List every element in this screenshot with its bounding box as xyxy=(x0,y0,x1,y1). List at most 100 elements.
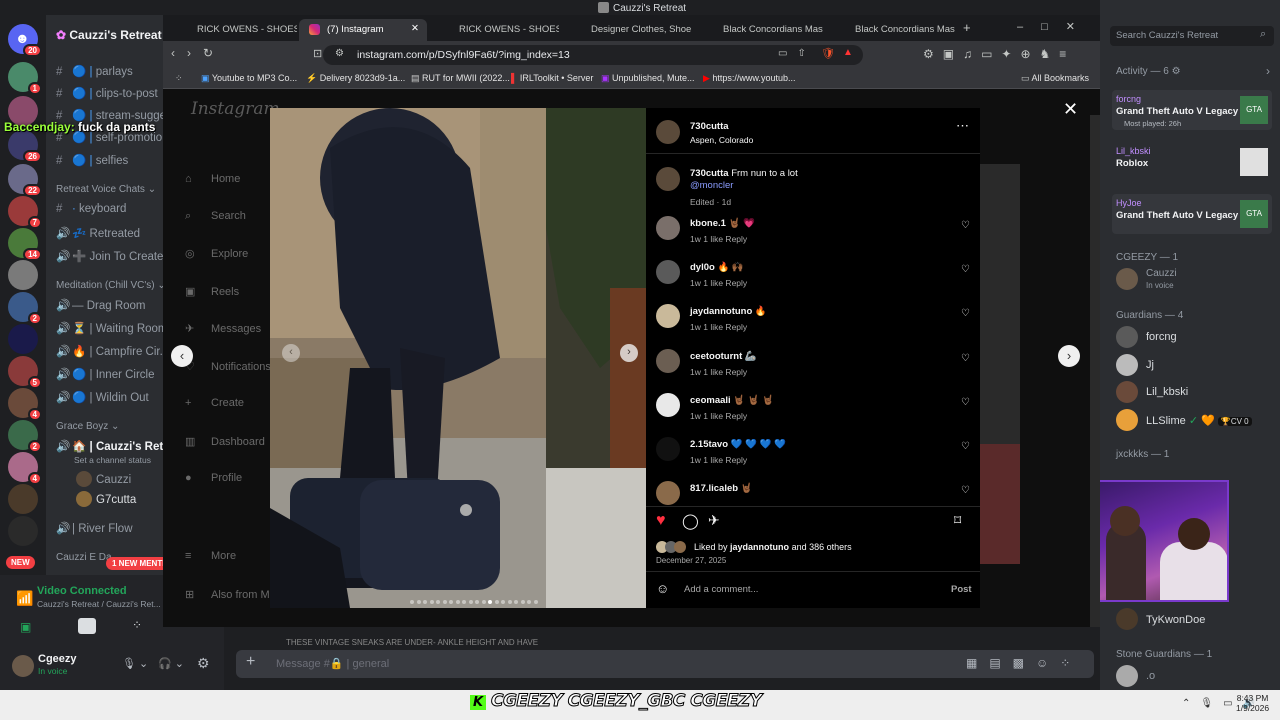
server-icon[interactable]: 4 xyxy=(8,452,42,485)
bookmark-item[interactable]: ▣ Unpublished, Mute... xyxy=(601,73,695,84)
member-name[interactable]: LLSlime ✓ 🧡 🏆CV 0 xyxy=(1146,414,1252,427)
instagram-logo[interactable]: Instagram xyxy=(191,99,280,119)
server-icon[interactable]: 7 xyxy=(8,196,42,229)
member-name[interactable]: Lil_kbski xyxy=(1146,386,1188,398)
heart-icon[interactable]: ♡ xyxy=(961,220,970,231)
heart-icon[interactable]: ♡ xyxy=(961,441,970,452)
avatar[interactable] xyxy=(656,304,680,329)
server-icon[interactable] xyxy=(8,324,38,354)
post-image[interactable]: ‹ › xyxy=(270,108,646,608)
server-icon[interactable]: 4 xyxy=(8,388,42,421)
bookmark-item[interactable]: ⚡ Delivery 8023d9-1a... xyxy=(306,73,405,84)
member-name[interactable]: forcng xyxy=(1146,331,1177,343)
browser-tab[interactable]: Designer Clothes, Shoes & | xyxy=(563,19,691,41)
comment-meta[interactable]: 1w 1 like Reply xyxy=(690,367,747,377)
bookmark-item[interactable]: ▌ IRLToolkit • Server xyxy=(511,73,593,83)
comment-input[interactable]: Add a comment... xyxy=(684,584,758,595)
voice-member[interactable]: G7cutta xyxy=(76,491,136,507)
voice-channel[interactable]: 🔊 — Drag Room xyxy=(56,298,146,312)
comment-icon[interactable]: ◯ xyxy=(682,512,699,530)
voice-channel[interactable]: 🔊 ➕ Join To Create xyxy=(56,249,163,263)
window-controls[interactable]: –□✕ xyxy=(1017,20,1093,33)
nav-more[interactable]: ≡ More xyxy=(185,550,236,562)
member-name[interactable]: TyKwonDoe xyxy=(1146,614,1205,626)
channel-item[interactable]: # 🔵 | parlays xyxy=(56,64,133,78)
next-post-button[interactable]: › xyxy=(1058,345,1080,367)
avatar[interactable] xyxy=(12,655,34,677)
category-header[interactable]: Grace Boyz ⌄ xyxy=(56,421,119,432)
activity-card[interactable]: HyJoe Grand Theft Auto V Legacy GTA xyxy=(1112,194,1272,234)
comment-meta[interactable]: 1w 1 like Reply xyxy=(690,234,747,244)
new-badge[interactable]: NEW xyxy=(6,556,35,569)
url-input[interactable]: ⚙ instagram.com/p/DSyfnl9Fa6t/?img_index… xyxy=(323,45,863,65)
server-icon[interactable]: 22 xyxy=(8,164,42,197)
bookmark-item[interactable]: ▶ https://www.youtub... xyxy=(703,73,795,84)
voice-channel[interactable]: 🔊 | River Flow xyxy=(56,521,133,535)
liked-by[interactable]: Liked by jaydannotuno and 386 others xyxy=(694,542,852,552)
nav-explore[interactable]: ◎ Explore xyxy=(185,247,248,260)
nav-create[interactable]: + Create xyxy=(185,397,244,409)
nav-reels[interactable]: ▣ Reels xyxy=(185,285,239,298)
headphones-icon[interactable]: 🎧 ⌄ xyxy=(158,657,184,670)
post-username[interactable]: 730cutta xyxy=(690,121,729,132)
category-header[interactable]: Retreat Voice Chats ⌄ xyxy=(56,184,156,195)
voice-channel[interactable]: 🔊 ⏳ | Waiting Room xyxy=(56,321,168,335)
avatar[interactable] xyxy=(656,216,680,240)
avatar[interactable] xyxy=(1116,354,1138,376)
share-icon[interactable]: ✈ xyxy=(708,512,720,529)
avatar[interactable] xyxy=(1116,608,1138,630)
chevron-right-icon[interactable]: › xyxy=(1266,64,1270,78)
nav-notifications[interactable]: ♡ Notifications xyxy=(185,360,271,373)
member-name[interactable]: .o xyxy=(1146,670,1155,682)
avatar[interactable] xyxy=(1116,665,1138,687)
emoji-icon[interactable]: ☺ xyxy=(656,581,669,596)
channel-item[interactable]: # 🔵 | clips-to-post xyxy=(56,86,158,100)
server-icon[interactable]: 1 xyxy=(8,62,42,95)
avatar[interactable] xyxy=(656,260,680,285)
heart-icon[interactable]: ♡ xyxy=(961,308,970,319)
gear-icon[interactable]: ⚙ xyxy=(197,655,210,672)
plus-icon[interactable]: + xyxy=(246,653,255,671)
nav-profile[interactable]: ● Profile xyxy=(185,472,242,484)
browser-tab[interactable]: RICK OWENS - SHOES - Ric xyxy=(431,19,559,41)
new-tab-button[interactable]: + xyxy=(963,20,971,35)
channel-item[interactable]: # 🔵 | selfies xyxy=(56,153,128,167)
comment-meta[interactable]: 1w 1 like Reply xyxy=(690,411,747,421)
comment-meta[interactable]: 1w 1 like Reply xyxy=(690,278,747,288)
server-icon[interactable]: 14 xyxy=(8,228,42,261)
voice-channel[interactable]: 🔊 🔵 | Inner Circle xyxy=(56,367,155,381)
like-heart-icon[interactable]: ♥ xyxy=(656,512,666,530)
server-icon[interactable]: 26 xyxy=(8,130,42,163)
avatar[interactable] xyxy=(656,437,680,461)
search-input[interactable]: Search Cauzzi's Retreat ⌕ xyxy=(1110,26,1274,46)
server-name[interactable]: ✿ Cauzzi's Retreat ⌄ xyxy=(56,28,175,42)
avatar[interactable] xyxy=(656,392,680,417)
comment-meta[interactable]: 1w 1 like Reply xyxy=(690,322,747,332)
extensions-icons[interactable]: ⚙▣♫▭✦⊕♞≡ xyxy=(923,47,1075,61)
nav-search[interactable]: ⌕ Search xyxy=(185,210,246,223)
more-options-icon[interactable]: ⋯ xyxy=(956,118,969,134)
inner-next-button[interactable]: › xyxy=(620,344,638,362)
avatar[interactable] xyxy=(656,120,680,144)
server-icon[interactable]: 2 xyxy=(8,292,42,325)
nav-dashboard[interactable]: ▥ Dashboard xyxy=(185,435,265,448)
voice-channel[interactable]: 🔊 🔵 | Wildin Out xyxy=(56,390,149,404)
heart-icon[interactable]: ♡ xyxy=(961,397,970,408)
save-icon[interactable]: ⌑ xyxy=(954,512,961,529)
screenshare-icon[interactable] xyxy=(78,618,96,634)
heart-icon[interactable]: ♡ xyxy=(961,264,970,275)
caption-mention[interactable]: @moncler xyxy=(690,180,733,191)
apps-icon[interactable]: ⁘ xyxy=(175,73,183,84)
browser-tab-active[interactable]: (7) Instagram ✕ xyxy=(299,19,427,41)
avatar[interactable] xyxy=(656,167,680,191)
voice-channel[interactable]: 🔊 💤 Retreated xyxy=(56,226,140,240)
nav-buttons[interactable]: ‹›↻ xyxy=(171,46,225,60)
browser-tab[interactable]: RICK OWENS - SHOES - Ric xyxy=(169,19,297,41)
server-icon[interactable] xyxy=(8,516,38,546)
server-icon[interactable]: 5 xyxy=(8,356,42,389)
voice-member[interactable]: Cauzzi xyxy=(76,471,131,487)
prev-post-button[interactable]: ‹ xyxy=(171,345,193,367)
category-header[interactable]: Meditation (Chill VC's) ⌄ xyxy=(56,280,166,291)
close-modal-icon[interactable]: ✕ xyxy=(1063,99,1078,120)
server-icon[interactable] xyxy=(8,260,38,290)
